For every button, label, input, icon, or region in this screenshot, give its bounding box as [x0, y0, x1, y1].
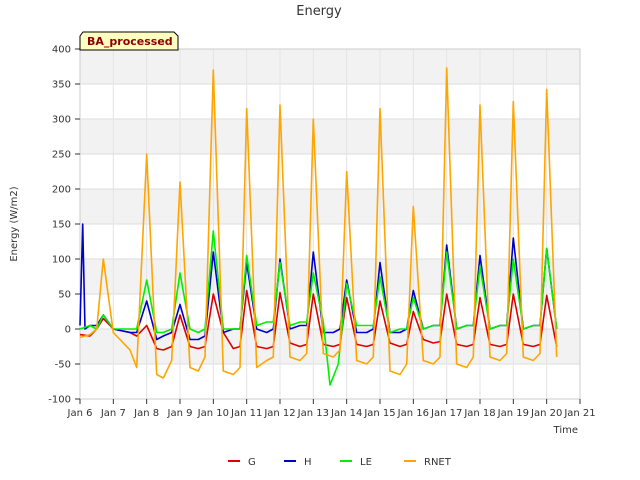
y-axis-title: Energy (W/m2) — [9, 186, 20, 261]
y-tick-label: 300 — [52, 115, 71, 126]
badge-label: BA_processed — [87, 35, 173, 48]
y-tick-label: 0 — [65, 325, 71, 336]
background-band — [80, 189, 580, 224]
y-tick-label: 50 — [58, 290, 71, 301]
energy-chart: Energy Jan 6 Jan 7 Jan 8 Jan 9 Jan 10 Jan 11 J… — [9, 4, 596, 468]
x-tick-label: Jan 7 — [100, 408, 126, 419]
y-tick-label: 150 — [52, 220, 71, 231]
y-tick-label: 200 — [52, 185, 71, 196]
x-tick-label: Jan 20 — [530, 408, 562, 419]
x-axis-title: Time — [553, 425, 578, 436]
y-axis-ticks: -100 -50 0 50 100 150 200 250 300 350 400 — [48, 45, 80, 406]
x-tick-label: Jan 19 — [497, 408, 529, 419]
x-tick-label: Jan 9 — [167, 408, 193, 419]
legend: G H LE RNET — [228, 457, 452, 468]
x-tick-label: Jan 8 — [133, 408, 159, 419]
y-tick-label: 350 — [52, 80, 71, 91]
background-band — [80, 259, 580, 294]
x-tick-label: Jan 11 — [230, 408, 262, 419]
x-tick-label: Jan 6 — [67, 408, 93, 419]
background-band — [80, 49, 580, 84]
legend-label-le: LE — [360, 457, 372, 468]
y-tick-label: -50 — [55, 360, 71, 371]
x-tick-label: Jan 16 — [397, 408, 429, 419]
legend-label-g: G — [248, 457, 256, 468]
background-band — [80, 84, 580, 119]
badge: BA_processed — [79, 31, 179, 51]
y-tick-label: 250 — [52, 150, 71, 161]
y-tick-label: 400 — [52, 45, 71, 56]
x-axis-ticks: Jan 6 Jan 7 Jan 8 Jan 9 Jan 10 Jan 11 Jan 12 Ja… — [67, 399, 596, 419]
x-tick-label: Jan 10 — [197, 408, 229, 419]
x-tick-label: Jan 17 — [430, 408, 462, 419]
y-tick-label: -100 — [48, 395, 71, 406]
x-tick-label: Jan 13 — [297, 408, 329, 419]
x-tick-label: Jan 21 — [563, 408, 595, 419]
legend-label-h: H — [304, 457, 312, 468]
background-band — [80, 119, 580, 154]
background-band — [80, 154, 580, 189]
x-tick-label: Jan 18 — [463, 408, 495, 419]
y-tick-label: 100 — [52, 255, 71, 266]
background-band — [80, 224, 580, 259]
chart-title: Energy — [296, 4, 342, 19]
x-tick-label: Jan 15 — [363, 408, 395, 419]
x-tick-label: Jan 12 — [263, 408, 295, 419]
legend-label-rnet: RNET — [424, 457, 452, 468]
x-tick-label: Jan 14 — [330, 408, 362, 419]
